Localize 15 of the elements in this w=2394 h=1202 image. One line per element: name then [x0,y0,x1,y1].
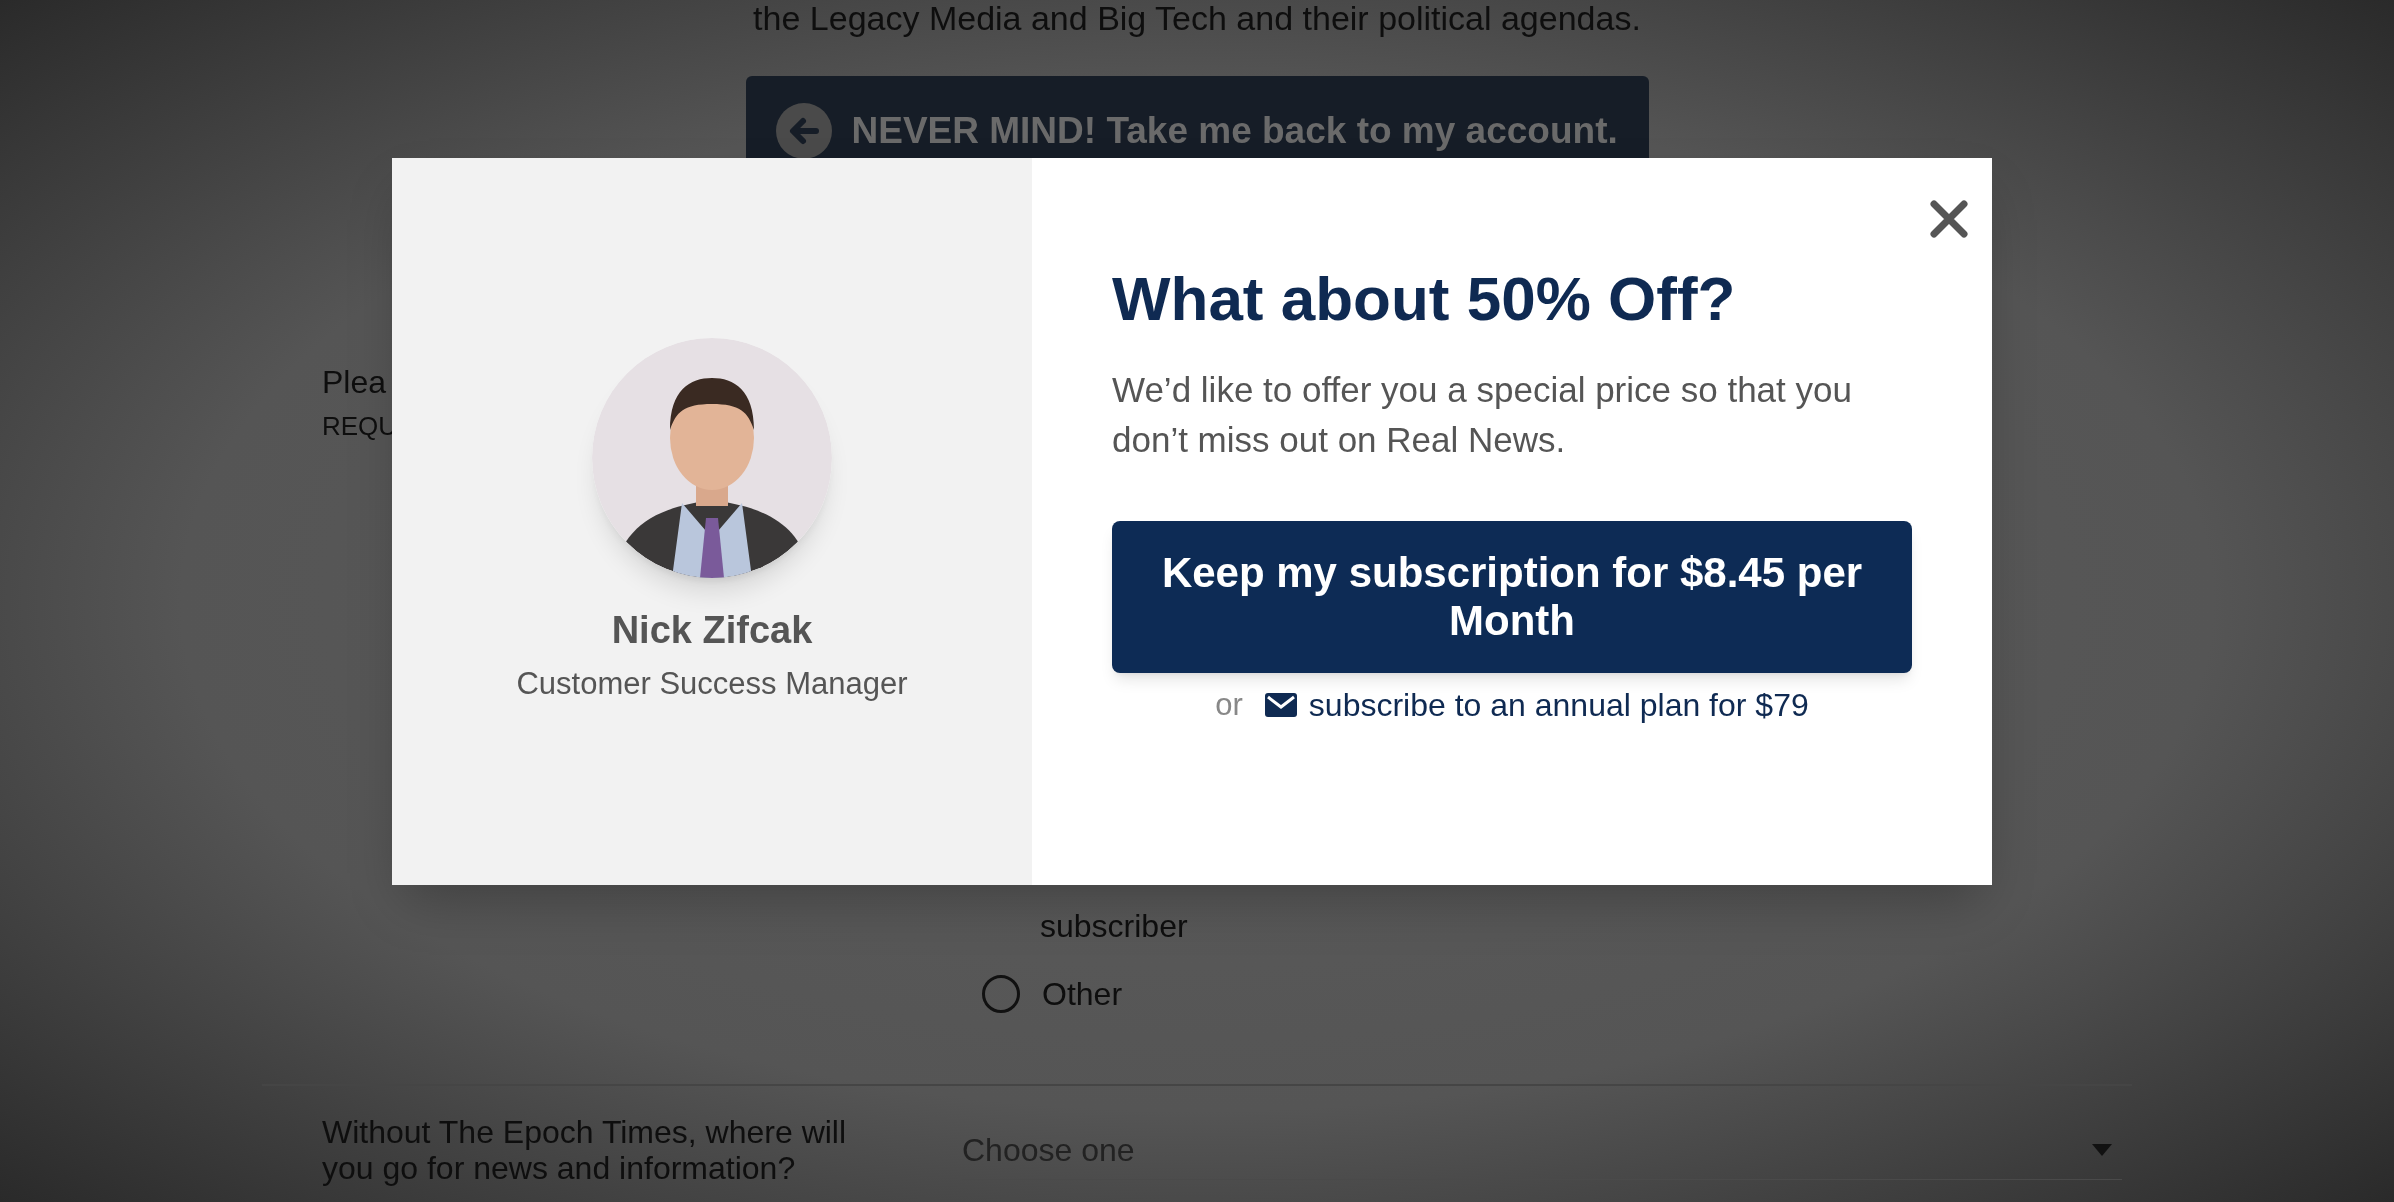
mail-icon [1264,693,1297,717]
offer-text: We’d like to offer you a special price so that you don’t miss out on Real News. [1112,369,1853,461]
annual-plan-link[interactable]: subscribe to an annual plan for $79 [1264,681,1809,729]
option-label: Other [1042,975,1123,1014]
or-text: or [1215,685,1243,724]
option-label: subscriber [1039,907,1189,946]
agent-name: Nick Zifcak [611,608,813,653]
caret-icon [2092,1143,2112,1156]
radio-button[interactable] [982,975,1020,1013]
agent-role: Customer Success Manager [516,665,908,703]
keep-subscription-button[interactable]: Keep my subscription for $8.45 per Month [1112,521,1912,673]
intro-text: the Legacy Media and Big Tech and their political agendas. [752,0,1642,36]
question-label: Plea [322,363,387,402]
close-icon[interactable] [1930,200,1968,238]
offer-heading: What about 50% Off? [1112,263,1737,335]
